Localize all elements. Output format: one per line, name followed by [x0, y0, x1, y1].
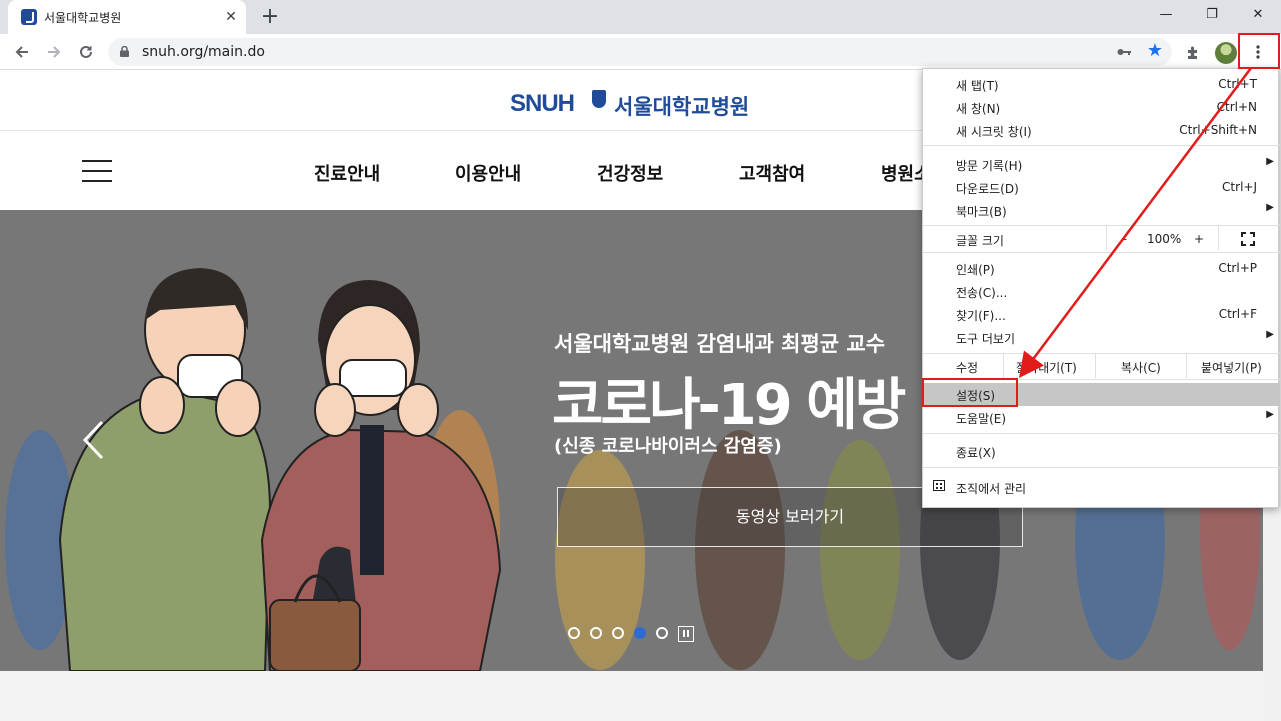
annotation-arrow — [1019, 67, 1253, 379]
